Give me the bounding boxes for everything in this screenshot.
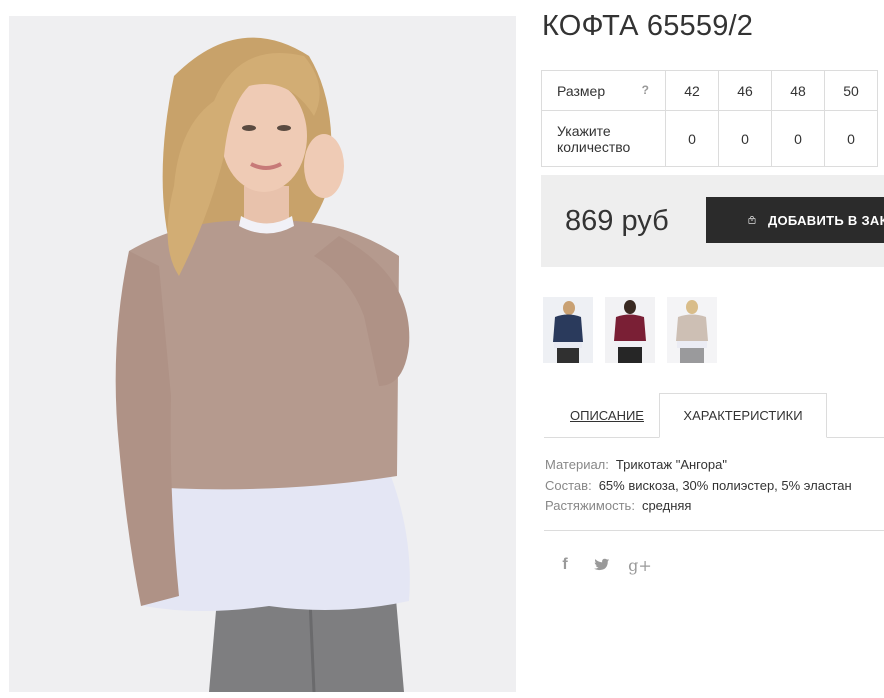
thumbnail-beige[interactable] (667, 297, 717, 363)
quantity-input-46[interactable]: 0 (718, 110, 772, 167)
spec-value: 65% вискоза, 30% полиэстер, 5% эластан (598, 477, 852, 493)
shopping-bag-icon (748, 216, 756, 224)
quantity-input-50[interactable]: 0 (824, 110, 878, 167)
facebook-icon[interactable]: f (555, 555, 575, 575)
characteristics-list: Материал: Трикотаж "Ангора" Состав: 65% ви… (545, 455, 852, 517)
spec-key: Материал: (545, 457, 609, 472)
spec-row-stretch: Растяжимость: средняя (545, 496, 852, 517)
spec-value: Трикотаж "Ангора" (615, 457, 727, 472)
size-quantity-table: Размер ? 42 46 48 50 Укажите количество … (541, 70, 878, 167)
size-help-icon[interactable]: ? (642, 83, 649, 97)
size-label-cell: Размер ? (541, 70, 666, 111)
social-divider (544, 530, 884, 531)
spec-key: Состав: (545, 477, 592, 493)
spec-value: средняя (641, 498, 692, 513)
spec-row-composition: Состав: 65% вискоза, 30% полиэстер, 5% эл… (545, 476, 852, 497)
quantity-input-42[interactable]: 0 (665, 110, 719, 167)
tab-characteristics-label: ХАРАКТЕРИСТИКИ (683, 408, 803, 423)
google-plus-icon[interactable]: g+ (628, 555, 652, 575)
tab-description[interactable]: ОПИСАНИЕ (570, 408, 644, 423)
tab-characteristics[interactable]: ХАРАКТЕРИСТИКИ (659, 393, 827, 438)
product-main-image[interactable] (9, 16, 516, 692)
thumbnail-burgundy[interactable] (605, 297, 655, 363)
quantity-input-48[interactable]: 0 (771, 110, 825, 167)
product-title: КОФТА 65559/2 (542, 10, 754, 42)
size-cell-42: 42 (665, 70, 719, 111)
spec-row-material: Материал: Трикотаж "Ангора" (545, 455, 852, 476)
twitter-icon[interactable] (592, 555, 612, 575)
size-label: Размер (557, 82, 606, 99)
add-to-order-button[interactable]: ДОБАВИТЬ В ЗАКАЗ (706, 197, 884, 243)
size-cell-50: 50 (824, 70, 878, 111)
quantity-label: Укажите количество (557, 122, 631, 155)
product-price: 869 руб (565, 205, 669, 237)
thumbnail-navy[interactable] (543, 297, 593, 363)
spec-key: Растяжимость: (545, 498, 635, 513)
size-cell-48: 48 (771, 70, 825, 111)
price-block: 869 руб ДОБАВИТЬ В ЗАКАЗ (541, 175, 884, 267)
quantity-label-cell: Укажите количество (541, 110, 666, 167)
size-cell-46: 46 (718, 70, 772, 111)
add-to-order-label: ДОБАВИТЬ В ЗАКАЗ (767, 212, 884, 228)
